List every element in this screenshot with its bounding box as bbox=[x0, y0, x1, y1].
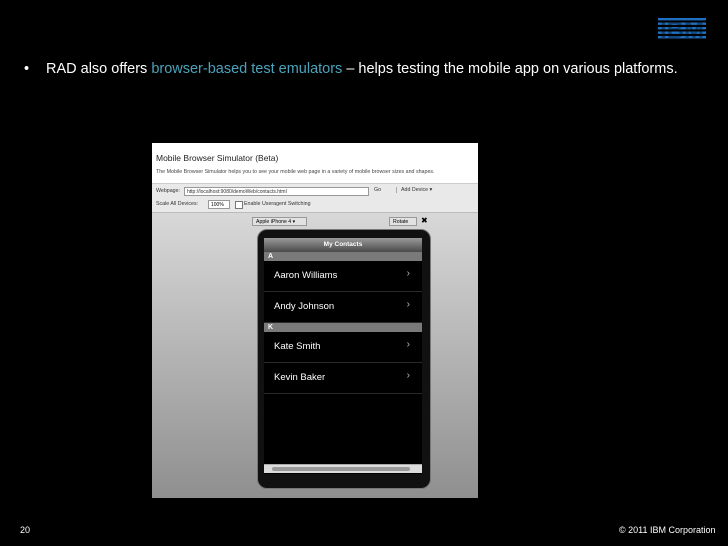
rotate-button[interactable]: Rotate bbox=[389, 217, 417, 226]
chevron-right-icon: › bbox=[406, 268, 410, 279]
useragent-checkbox[interactable] bbox=[235, 201, 243, 209]
horizontal-scrollbar[interactable] bbox=[264, 464, 422, 473]
bullet-text-part1: RAD also offers bbox=[46, 61, 152, 77]
scale-label: Scale All Devices: bbox=[156, 201, 199, 207]
contact-row[interactable]: Andy Johnson › bbox=[264, 292, 422, 323]
scrollbar-thumb[interactable] bbox=[272, 467, 410, 471]
useragent-label: Enable Useragent Switching bbox=[244, 201, 311, 207]
phone-header: My Contacts bbox=[264, 238, 422, 252]
bullet-text: RAD also offers browser-based test emula… bbox=[46, 60, 696, 78]
simulator-screenshot: Mobile Browser Simulator (Beta) The Mobi… bbox=[152, 143, 478, 498]
chevron-right-icon: › bbox=[406, 339, 410, 350]
section-divider: A bbox=[264, 252, 422, 261]
phone-frame: My Contacts A Aaron Williams › Andy John… bbox=[257, 229, 431, 489]
scale-select[interactable]: 100% bbox=[208, 200, 230, 209]
phone-screen: My Contacts A Aaron Williams › Andy John… bbox=[264, 238, 422, 474]
chevron-right-icon: › bbox=[406, 370, 410, 381]
bullet-text-part2: – helps testing the mobile app on variou… bbox=[342, 61, 678, 77]
contact-row[interactable]: Kate Smith › bbox=[264, 332, 422, 363]
contact-row[interactable]: Aaron Williams › bbox=[264, 261, 422, 292]
contact-name: Kate Smith bbox=[274, 341, 321, 352]
page-number: 20 bbox=[20, 525, 31, 535]
chevron-right-icon: › bbox=[406, 299, 410, 310]
contact-name: Aaron Williams bbox=[274, 270, 338, 281]
contact-row[interactable]: Kevin Baker › bbox=[264, 363, 422, 394]
ibm-logo: IBM bbox=[656, 14, 708, 44]
contact-name: Kevin Baker bbox=[274, 372, 326, 383]
svg-text:IBM: IBM bbox=[660, 17, 704, 44]
simulator-header: Mobile Browser Simulator (Beta) The Mobi… bbox=[152, 143, 478, 183]
bullet-highlight: browser-based test emulators bbox=[151, 61, 343, 77]
webpage-url-input[interactable]: http://localhost:9080/demoWeb/contacts.h… bbox=[184, 187, 369, 196]
simulator-title: Mobile Browser Simulator (Beta) bbox=[156, 153, 279, 163]
close-icon[interactable]: ✖ bbox=[421, 216, 428, 226]
copyright-footer: © 2011 IBM Corporation bbox=[619, 525, 716, 535]
contact-name: Andy Johnson bbox=[274, 301, 335, 312]
add-device-button[interactable]: Add Device ▾ bbox=[396, 187, 432, 193]
go-button[interactable]: Go bbox=[374, 187, 381, 193]
device-select[interactable]: Apple iPhone 4 ▾ bbox=[252, 217, 307, 226]
bullet-marker: • bbox=[24, 61, 30, 77]
simulator-toolbar: Webpage: http://localhost:9080/demoWeb/c… bbox=[152, 183, 478, 213]
webpage-label: Webpage: bbox=[156, 188, 181, 194]
simulator-description: The Mobile Browser Simulator helps you t… bbox=[156, 169, 435, 175]
section-divider: K bbox=[264, 323, 422, 332]
